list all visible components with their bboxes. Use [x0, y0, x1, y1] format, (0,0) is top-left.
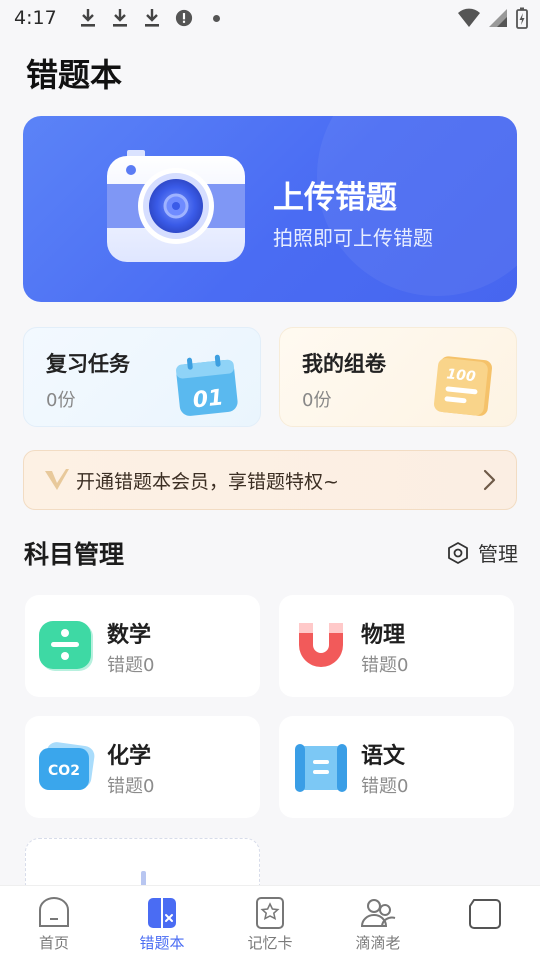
tab-label: 滴滴老 [355, 934, 401, 952]
camera-icon [107, 150, 245, 262]
manage-label: 管理 [478, 542, 518, 566]
bottom-tab-bar: 首页 错题本 记忆卡 滴滴老 [0, 885, 540, 960]
status-time: 4:17 [14, 7, 57, 29]
vip-promo-banner[interactable]: 开通错题本会员，享错题特权~ [23, 450, 517, 510]
subject-card-chemistry[interactable]: CO2 化学 错题0 [25, 716, 260, 818]
calendar-icon: 01 [176, 354, 238, 416]
download-icon [143, 8, 161, 28]
subject-mistake-count: 错题0 [361, 776, 409, 797]
subjects-section-title: 科目管理 [24, 540, 125, 569]
paper-badge-text: 100 [446, 366, 477, 385]
tab-label: 记忆卡 [247, 934, 293, 952]
wifi-icon [458, 8, 480, 27]
manage-subjects-button[interactable]: 管理 [446, 538, 518, 567]
status-right [458, 7, 528, 29]
paper-score-icon: 100 [434, 356, 492, 416]
battery-icon [516, 7, 528, 29]
signal-icon [489, 9, 507, 27]
co2-text: CO2 [48, 763, 80, 779]
chevron-right-icon [483, 469, 496, 491]
people-icon [360, 899, 396, 927]
tab-teacher[interactable]: 滴滴老 [324, 886, 432, 960]
co2-icon: CO2 [39, 742, 95, 790]
upload-mistake-card[interactable]: 上传错题 拍照即可上传错题 [23, 116, 517, 302]
mistake-book-icon [148, 898, 176, 928]
tab-label: 首页 [38, 934, 69, 952]
tab-label: 错题本 [139, 934, 185, 952]
subject-name: 物理 [361, 623, 406, 648]
subject-mistake-count: 错题0 [107, 776, 155, 797]
subject-card-math[interactable]: 数学 错题0 [25, 595, 260, 697]
review-task-count: 0份 [46, 390, 76, 411]
division-icon [39, 621, 93, 671]
review-task-title: 复习任务 [46, 352, 130, 376]
upload-subtitle: 拍照即可上传错题 [273, 226, 433, 250]
upload-title: 上传错题 [273, 180, 397, 216]
subject-card-chinese[interactable]: 语文 错题0 [279, 716, 514, 818]
subject-name: 语文 [361, 744, 406, 769]
magnet-icon [299, 623, 343, 667]
tab-flashcards[interactable]: 记忆卡 [216, 886, 324, 960]
subject-card-physics[interactable]: 物理 错题0 [279, 595, 514, 697]
calendar-badge-text: 01 [192, 385, 225, 413]
settings-icon [448, 541, 468, 564]
status-bar: 4:17 [0, 0, 540, 36]
alert-icon [175, 8, 193, 28]
tab-profile[interactable] [432, 886, 540, 960]
my-papers-title: 我的组卷 [302, 352, 386, 376]
flashcard-icon [256, 897, 284, 929]
avatar-icon [469, 899, 501, 929]
subject-mistake-count: 错题0 [107, 655, 155, 676]
tab-mistakes[interactable]: 错题本 [108, 886, 216, 960]
my-papers-card[interactable]: 我的组卷 0份 100 [279, 327, 517, 427]
subject-name: 数学 [107, 623, 152, 648]
scroll-icon [295, 744, 347, 792]
my-papers-count: 0份 [302, 390, 332, 411]
page-title: 错题本 [26, 56, 123, 94]
subject-name: 化学 [107, 744, 152, 769]
vip-v-icon [45, 469, 69, 490]
subject-mistake-count: 错题0 [361, 655, 409, 676]
vip-promo-text: 开通错题本会员，享错题特权~ [76, 470, 339, 493]
review-task-card[interactable]: 复习任务 0份 01 [23, 327, 261, 427]
home-icon [39, 897, 69, 927]
download-icon [111, 8, 129, 28]
tab-home[interactable]: 首页 [0, 886, 108, 960]
notification-dot-icon [212, 14, 220, 22]
download-icon [79, 8, 97, 28]
